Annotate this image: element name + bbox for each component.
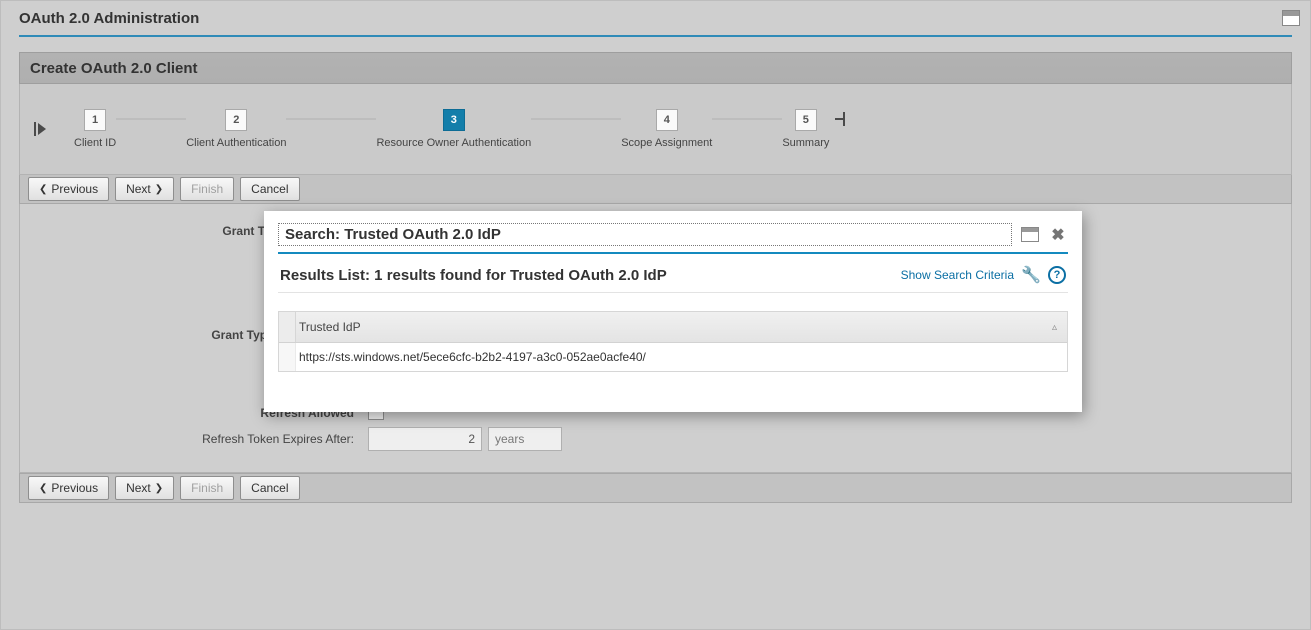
roadmap-step-1-number: 1 (84, 109, 106, 131)
popup-titlebar: Search: Trusted OAuth 2.0 IdP ✖ (278, 223, 1068, 246)
row-handle-header (279, 312, 296, 342)
roadmap-step-4-number: 4 (656, 109, 678, 131)
show-search-criteria-link[interactable]: Show Search Criteria (901, 268, 1014, 282)
roadmap-end-icon (835, 112, 845, 126)
roadmap-step-1-label: Client ID (74, 137, 116, 149)
admin-header: OAuth 2.0 Administration (1, 1, 1310, 35)
roadmap-step-5[interactable]: 5 Summary (782, 109, 829, 149)
column-header-trusted-idp: Trusted IdP (299, 320, 361, 334)
roadmap-step-2-label: Client Authentication (186, 137, 286, 149)
roadmap-step-4-label: Scope Assignment (621, 137, 712, 149)
roadmap-step-2[interactable]: 2 Client Authentication (186, 109, 286, 149)
next-button[interactable]: Next ❯ (115, 177, 174, 201)
chevron-right-icon: ❯ (155, 184, 163, 195)
roadmap-step-2-number: 2 (225, 109, 247, 131)
wizard-title: Create OAuth 2.0 Client (30, 60, 198, 77)
roadmap-step-3[interactable]: 3 Resource Owner Authentication (376, 109, 531, 149)
header-underline (19, 35, 1292, 37)
search-popup: Search: Trusted OAuth 2.0 IdP ✖ Results … (264, 211, 1082, 412)
chevron-left-icon: ❮ (39, 483, 47, 494)
results-header: Results List: 1 results found for Truste… (278, 266, 1068, 293)
roadmap-step-5-number: 5 (795, 109, 817, 131)
finish-button-label: Finish (191, 182, 223, 196)
cancel-button-label: Cancel (251, 182, 288, 196)
results-header-row[interactable]: Trusted IdP ▵ (279, 312, 1067, 343)
roadmap-connector (712, 118, 782, 120)
admin-title: OAuth 2.0 Administration (19, 10, 199, 27)
previous-button[interactable]: ❮ Previous (28, 177, 109, 201)
results-title: Results List: 1 results found for Truste… (280, 267, 667, 284)
cancel-button-bottom[interactable]: Cancel (240, 476, 299, 500)
wizard-title-bar: Create OAuth 2.0 Client (19, 52, 1292, 84)
popup-title-prefix: Search: (285, 226, 340, 243)
cancel-button-bottom-label: Cancel (251, 481, 288, 495)
finish-button-bottom-label: Finish (191, 481, 223, 495)
roadmap-connector (116, 118, 186, 120)
wizard-nav-top: ❮ Previous Next ❯ Finish Cancel (19, 175, 1292, 204)
results-table: Trusted IdP ▵ https://sts.windows.net/5e… (278, 311, 1068, 372)
trusted-idp-cell: https://sts.windows.net/5ece6cfc-b2b2-41… (299, 350, 646, 364)
app-root: OAuth 2.0 Administration Create OAuth 2.… (0, 0, 1311, 630)
roadmap-step-3-label: Resource Owner Authentication (376, 137, 531, 149)
roadmap-step-5-label: Summary (782, 137, 829, 149)
popup-title-subject: Trusted OAuth 2.0 IdP (344, 226, 501, 243)
cancel-button[interactable]: Cancel (240, 177, 299, 201)
refresh-expires-unit-value: years (495, 432, 524, 446)
popup-window-icon[interactable] (1020, 225, 1040, 245)
help-icon[interactable]: ? (1048, 266, 1066, 284)
next-button-label: Next (126, 182, 151, 196)
wizard-nav-bottom: ❮ Previous Next ❯ Finish Cancel (19, 473, 1292, 503)
roadmap-start-bar (34, 122, 36, 136)
refresh-expires-unit-select[interactable]: years (488, 427, 562, 451)
previous-button-bottom[interactable]: ❮ Previous (28, 476, 109, 500)
chevron-left-icon: ❮ (39, 184, 47, 195)
previous-button-bottom-label: Previous (51, 481, 98, 495)
chevron-right-icon: ❯ (155, 483, 163, 494)
roadmap-start-icon (38, 123, 46, 135)
next-button-bottom[interactable]: Next ❯ (115, 476, 174, 500)
wrench-icon[interactable]: 🔧 (1022, 266, 1040, 284)
wizard-roadmap: 1 Client ID 2 Client Authentication 3 Re… (19, 84, 1292, 175)
sort-icon[interactable]: ▵ (1052, 322, 1057, 333)
roadmap-step-3-number: 3 (443, 109, 465, 131)
refresh-expires-value-field[interactable] (368, 427, 482, 451)
roadmap-step-4[interactable]: 4 Scope Assignment (621, 109, 712, 149)
finish-button: Finish (180, 177, 234, 201)
popup-underline (278, 252, 1068, 254)
roadmap-step-1[interactable]: 1 Client ID (74, 109, 116, 149)
refresh-expires-label: Refresh Token Expires After: (44, 432, 354, 446)
finish-button-bottom: Finish (180, 476, 234, 500)
table-row[interactable]: https://sts.windows.net/5ece6cfc-b2b2-41… (279, 343, 1067, 371)
next-button-bottom-label: Next (126, 481, 151, 495)
previous-button-label: Previous (51, 182, 98, 196)
roadmap-connector (286, 118, 376, 120)
roadmap-connector (531, 118, 621, 120)
popup-title: Search: Trusted OAuth 2.0 IdP (278, 223, 1012, 246)
row-handle (279, 343, 296, 371)
close-icon[interactable]: ✖ (1048, 225, 1068, 245)
window-maximize-icon[interactable] (1282, 10, 1300, 26)
